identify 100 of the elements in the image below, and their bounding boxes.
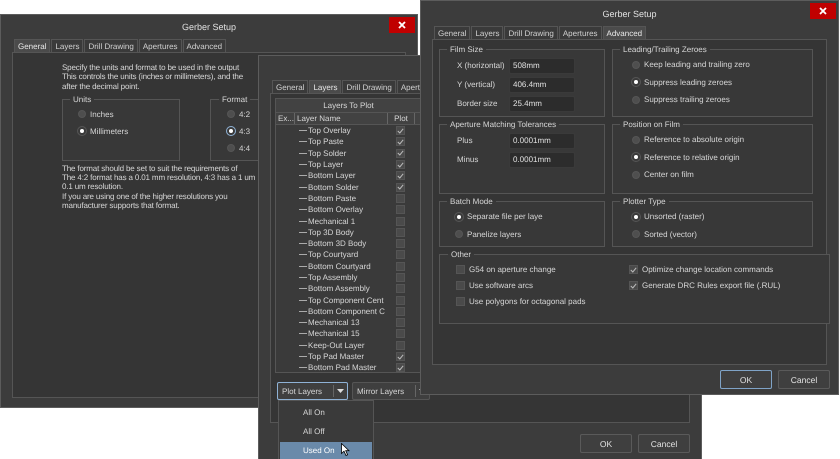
window-title: Gerber Setup <box>182 22 236 32</box>
group-title: Units <box>72 94 92 104</box>
input-field[interactable]: 406.4mm <box>509 76 575 92</box>
checkbox[interactable] <box>396 262 404 271</box>
checkbox[interactable] <box>396 216 404 226</box>
menu-item[interactable]: Used On <box>280 442 372 459</box>
description-text: manufacturer supports that format. <box>62 201 180 210</box>
layer-name: Bottom Pad Master <box>294 363 387 372</box>
tab[interactable]: General <box>434 26 470 39</box>
checkbox[interactable] <box>396 126 404 136</box>
tab[interactable]: Apertures <box>138 39 182 52</box>
group-title: Batch Mode <box>449 197 494 206</box>
description-text: If you are using one of the higher resolutions you <box>62 192 228 202</box>
input-field[interactable]: 0.0001mm <box>509 132 575 148</box>
tab[interactable]: General <box>272 80 308 93</box>
radio-button[interactable]: 4:4 <box>227 140 250 157</box>
radio-button[interactable]: Suppress leading zeroes <box>632 74 732 91</box>
checkbox[interactable] <box>396 205 404 214</box>
layer-name: Bottom Layer <box>294 171 387 180</box>
column-header: Layer Name <box>294 113 387 124</box>
input-field[interactable]: 0.0001mm <box>509 152 575 168</box>
layer-name: Bottom Overlay <box>294 205 387 214</box>
tab[interactable]: Drill Drawing <box>84 39 138 52</box>
group-title: Position on Film <box>622 120 681 129</box>
checkbox[interactable] <box>396 273 404 282</box>
field-label: Minus <box>456 155 480 164</box>
description-text: Specify the units and format to be used in the output <box>62 63 240 72</box>
column-header: Ex... <box>277 113 294 124</box>
radio-button[interactable]: Center on film <box>632 166 694 184</box>
checkbox[interactable] <box>396 363 404 372</box>
input-field[interactable]: 508mm <box>509 58 575 74</box>
layer-name: Mechanical 1 <box>294 216 387 226</box>
layer-name: Mechanical 15 <box>294 329 387 338</box>
tab[interactable]: Drill Drawing <box>342 80 396 93</box>
tab[interactable]: General <box>14 39 50 52</box>
radio-button[interactable]: Separate file per laye <box>455 208 543 226</box>
radio-button[interactable]: Unsorted (raster) <box>632 208 704 226</box>
checkbox[interactable]: Generate DRC Rules export file (.RUL) <box>629 277 780 294</box>
tab[interactable]: Layers <box>309 80 342 93</box>
tab[interactable]: Drill Drawing <box>504 26 558 39</box>
dropdown-button[interactable]: Plot Layers <box>277 382 348 400</box>
checkbox[interactable] <box>396 318 404 328</box>
dialog-button[interactable]: OK <box>720 370 772 389</box>
checkbox[interactable] <box>396 352 404 362</box>
checkbox[interactable] <box>396 296 404 305</box>
checkbox[interactable] <box>396 228 404 237</box>
cursor-icon <box>341 443 350 456</box>
radio-button[interactable]: Keep leading and trailing zero <box>632 56 750 74</box>
checkbox[interactable] <box>396 329 404 338</box>
checkbox[interactable]: Optimize change location commands <box>629 261 774 278</box>
tab[interactable]: Layers <box>51 39 84 52</box>
input-field[interactable]: 25.4mm <box>509 96 575 112</box>
radio-button[interactable]: Reference to relative origin <box>632 148 740 166</box>
group-title: Film Size <box>449 45 484 54</box>
checkbox[interactable] <box>396 250 404 260</box>
layer-name: Top Solder <box>294 148 387 158</box>
layer-name: Top Assembly <box>294 273 387 282</box>
dropdown-button[interactable]: Mirror Layers <box>352 382 430 400</box>
checkbox[interactable] <box>396 239 404 248</box>
column-header: Plot <box>387 113 415 124</box>
dialog-button[interactable]: Cancel <box>638 434 690 453</box>
radio-button[interactable]: Millimeters <box>78 122 128 140</box>
dialog-button[interactable]: OK <box>580 434 632 453</box>
checkbox[interactable]: Use polygons for octagonal pads <box>456 293 586 310</box>
checkbox[interactable]: Use software arcs <box>456 277 534 294</box>
table-title: Layers To Plot <box>276 99 421 113</box>
layer-name: Bottom Component C <box>294 306 387 316</box>
tab[interactable]: Layers <box>471 26 504 39</box>
description-text: 0.1 um resolution. <box>62 182 123 192</box>
radio-button[interactable]: Panelize layers <box>455 226 522 243</box>
checkbox[interactable]: G54 on aperture change <box>456 261 556 278</box>
checkbox[interactable] <box>396 194 404 203</box>
menu-item[interactable]: All Off <box>280 423 372 440</box>
checkbox[interactable] <box>396 137 404 146</box>
checkbox[interactable] <box>396 160 404 170</box>
layer-name: Bottom Courtyard <box>294 262 387 271</box>
radio-button[interactable]: Inches <box>78 106 114 123</box>
radio-button[interactable]: 4:2 <box>227 106 250 123</box>
layer-name: Bottom Assembly <box>294 284 387 294</box>
close-icon <box>398 21 406 29</box>
checkbox[interactable] <box>396 340 404 350</box>
checkbox[interactable] <box>396 148 404 158</box>
close-button[interactable] <box>810 3 836 19</box>
close-button[interactable] <box>389 17 415 33</box>
tab[interactable]: Advanced <box>182 39 226 52</box>
radio-button[interactable]: Sorted (vector) <box>632 226 697 243</box>
tab[interactable]: Advanced <box>602 26 646 39</box>
tab[interactable]: Apertures <box>558 26 602 39</box>
checkbox[interactable] <box>396 171 404 180</box>
window-title: Gerber Setup <box>602 8 657 18</box>
checkbox[interactable] <box>396 306 404 316</box>
radio-button[interactable]: Reference to absolute origin <box>632 131 744 148</box>
field-label: Plus <box>456 136 474 145</box>
checkbox[interactable] <box>396 284 404 294</box>
radio-button[interactable]: Suppress trailing zeroes <box>632 91 730 108</box>
radio-button[interactable]: 4:3 <box>227 122 250 140</box>
menu-item[interactable]: All On <box>280 404 372 421</box>
dialog-button[interactable]: Cancel <box>778 370 830 389</box>
caret-icon <box>337 389 344 393</box>
checkbox[interactable] <box>396 182 404 192</box>
